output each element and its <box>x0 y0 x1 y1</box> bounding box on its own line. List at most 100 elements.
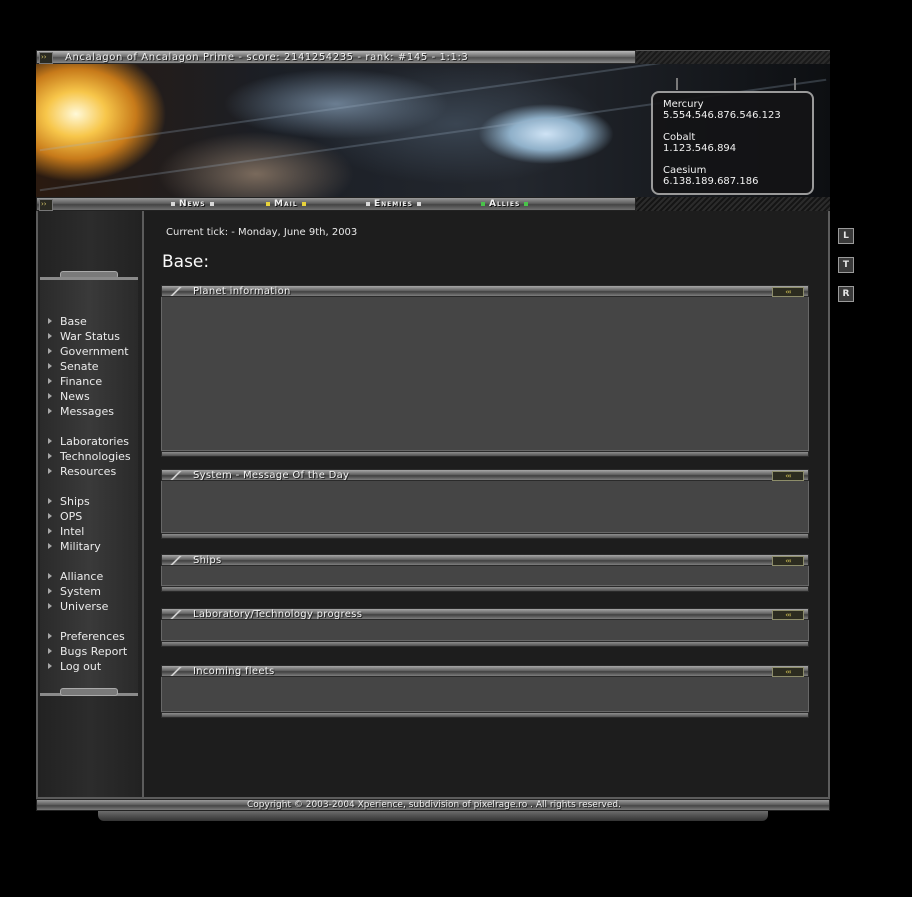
triangle-right-icon <box>48 318 52 324</box>
sidebar-item-intel[interactable]: Intel <box>48 524 131 539</box>
top-nav: News Mail Enemies Allies <box>36 197 636 211</box>
nav-dot-icon <box>301 201 306 206</box>
box-header: Laboratory/Technology progress ‹‹‹ <box>161 608 809 620</box>
sidebar-item-military[interactable]: Military <box>48 539 131 554</box>
resource-mercury: Mercury 5.554.546.876.546.123 <box>663 99 802 121</box>
box-title: Ships <box>193 555 222 566</box>
nav-dot-icon <box>266 201 270 206</box>
triangle-right-icon <box>48 453 52 459</box>
box-title: System - Message Of the Day <box>193 470 350 481</box>
sidebar-item-base[interactable]: Base <box>48 314 131 329</box>
collapse-toggle-button[interactable]: ‹‹‹ <box>772 287 804 297</box>
slash-ornament-icon <box>170 471 182 480</box>
sidebar-item-label: Ships <box>60 495 90 508</box>
box-body <box>161 566 809 586</box>
nav-news[interactable]: News <box>167 198 218 211</box>
nav-dot-icon <box>209 201 214 206</box>
sidebar-item-senate[interactable]: Senate <box>48 359 131 374</box>
sidebar-item-preferences[interactable]: Preferences <box>48 629 131 644</box>
side-button-t[interactable]: T <box>838 257 854 273</box>
triangle-right-icon <box>48 468 52 474</box>
resource-caesium: Caesium 6.138.189.687.186 <box>663 165 802 187</box>
box-header: Incoming fleets ‹‹‹ <box>161 665 809 677</box>
triangle-right-icon <box>48 348 52 354</box>
resource-value: 1.123.546.894 <box>663 143 737 154</box>
box-header: System - Message Of the Day ‹‹‹ <box>161 469 809 481</box>
sidebar-item-government[interactable]: Government <box>48 344 131 359</box>
footer-bar: Copyright © 2003-2004 Xperience, subdivi… <box>36 799 830 811</box>
sidebar-item-label: Senate <box>60 360 99 373</box>
sidebar-item-news[interactable]: News <box>48 389 131 404</box>
sidebar-item-label: Log out <box>60 660 102 673</box>
nav-cap-icon <box>39 199 53 211</box>
resource-name: Mercury <box>663 99 704 110</box>
sidebar-item-label: Laboratories <box>60 435 129 448</box>
game-frame: Ancalagon of Ancalagon Prime - score: 21… <box>36 50 830 822</box>
triangle-right-icon <box>48 633 52 639</box>
sidebar-item-label: Resources <box>60 465 117 478</box>
menu-group-military: Ships OPS Intel Military <box>48 494 131 554</box>
nav-enemies[interactable]: Enemies <box>362 198 425 211</box>
side-button-l[interactable]: L <box>838 228 854 244</box>
triangle-right-icon <box>48 333 52 339</box>
sidebar-item-laboratories[interactable]: Laboratories <box>48 434 131 449</box>
sidebar-item-ships[interactable]: Ships <box>48 494 131 509</box>
sidebar-item-alliance[interactable]: Alliance <box>48 569 131 584</box>
resource-value: 5.554.546.876.546.123 <box>663 110 781 121</box>
sidebar-item-ops[interactable]: OPS <box>48 509 131 524</box>
sidebar-item-finance[interactable]: Finance <box>48 374 131 389</box>
nav-dot-icon <box>416 201 421 206</box>
box-footer <box>161 712 809 718</box>
sidebar-menu: Base War Status Government Senate Financ… <box>48 314 131 689</box>
slash-ornament-icon <box>170 667 182 676</box>
resource-cobalt: Cobalt 1.123.546.894 <box>663 132 802 154</box>
collapse-toggle-button[interactable]: ‹‹‹ <box>772 610 804 620</box>
box-footer <box>161 533 809 539</box>
triangle-right-icon <box>48 378 52 384</box>
box-header: Planet information ‹‹‹ <box>161 285 809 297</box>
nav-mail[interactable]: Mail <box>262 198 310 211</box>
sidebar-item-label: News <box>60 390 90 403</box>
resource-value: 6.138.189.687.186 <box>663 176 759 187</box>
sidebar-item-messages[interactable]: Messages <box>48 404 131 419</box>
nav-allies[interactable]: Allies <box>477 198 532 211</box>
sidebar-item-label: Military <box>60 540 101 553</box>
side-button-r[interactable]: R <box>838 286 854 302</box>
page-title: Base: <box>162 252 210 272</box>
box-ships: Ships ‹‹‹ <box>161 554 809 592</box>
sidebar-item-label: Alliance <box>60 570 104 583</box>
current-tick: Current tick: - Monday, June 9th, 2003 <box>166 227 358 238</box>
sidebar-item-system[interactable]: System <box>48 584 131 599</box>
sidebar-item-label: Messages <box>60 405 114 418</box>
collapse-toggle-button[interactable]: ‹‹‹ <box>772 471 804 481</box>
box-body <box>161 297 809 451</box>
box-body <box>161 620 809 641</box>
menu-group-main: Base War Status Government Senate Financ… <box>48 314 131 419</box>
sidebar-item-label: Intel <box>60 525 85 538</box>
triangle-right-icon <box>48 528 52 534</box>
sidebar-item-log-out[interactable]: Log out <box>48 659 131 674</box>
sidebar-item-label: Finance <box>60 375 103 388</box>
resource-box-stub <box>676 78 678 90</box>
sidebar-item-label: Preferences <box>60 630 125 643</box>
menu-group-account: Preferences Bugs Report Log out <box>48 629 131 674</box>
nav-dot-icon <box>366 201 370 206</box>
sidebar-item-label: OPS <box>60 510 83 523</box>
sidebar-item-technologies[interactable]: Technologies <box>48 449 131 464</box>
player-status-title: Ancalagon of Ancalagon Prime - score: 21… <box>65 52 469 63</box>
collapse-toggle-button[interactable]: ‹‹‹ <box>772 667 804 677</box>
triangle-right-icon <box>48 663 52 669</box>
collapse-toggle-button[interactable]: ‹‹‹ <box>772 556 804 566</box>
resources-panel: Mercury 5.554.546.876.546.123 Cobalt 1.1… <box>651 91 814 195</box>
sidebar-item-universe[interactable]: Universe <box>48 599 131 614</box>
triangle-right-icon <box>48 438 52 444</box>
box-body <box>161 481 809 533</box>
sidebar-item-bugs-report[interactable]: Bugs Report <box>48 644 131 659</box>
sidebar-item-war-status[interactable]: War Status <box>48 329 131 344</box>
triangle-right-icon <box>48 573 52 579</box>
box-title: Incoming fleets <box>193 666 275 677</box>
sidebar-item-resources[interactable]: Resources <box>48 464 131 479</box>
menu-cap-bottom <box>60 688 118 696</box>
box-incoming-fleets: Incoming fleets ‹‹‹ <box>161 665 809 718</box>
nav-enemies-label: Enemies <box>374 199 413 209</box>
